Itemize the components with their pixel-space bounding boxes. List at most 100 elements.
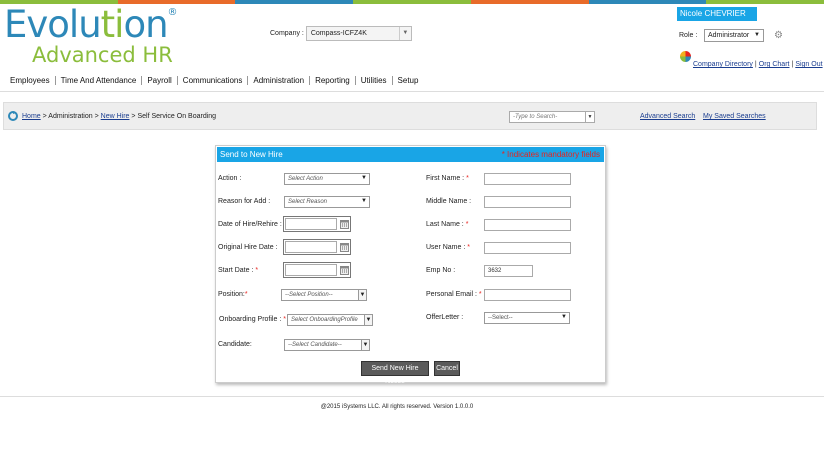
last-name-text: Last Name :	[426, 221, 464, 228]
evolution-logo[interactable]: Evolution® Advanced HR	[4, 3, 184, 67]
breadcrumb-sep: >	[42, 113, 47, 120]
role-label: Role :	[679, 32, 698, 39]
nav-utilities[interactable]: Utilities	[356, 76, 393, 85]
stripe-segment	[470, 0, 589, 4]
registered-mark: ®	[167, 7, 178, 18]
dropdown-arrow-icon: ▼	[754, 32, 760, 38]
first-name-input[interactable]	[484, 173, 571, 185]
user-name-label: User Name : *	[426, 244, 470, 251]
position-dropdown[interactable]: --Select Position-- ▼	[281, 289, 367, 301]
logo-subtitle: Advanced HR	[32, 43, 173, 67]
stripe-segment	[353, 0, 471, 4]
breadcrumb-new-hire[interactable]: New Hire	[101, 113, 130, 120]
nav-administration[interactable]: Administration	[248, 76, 311, 85]
required-mark: *	[255, 267, 259, 274]
refresh-icon[interactable]	[8, 111, 18, 121]
user-name-input[interactable]	[484, 242, 571, 254]
onboarding-profile-value: Select OnboardingProfile	[291, 317, 358, 323]
breadcrumb-bar: Home > Administration > New Hire > Self …	[3, 102, 817, 130]
logo-text: on	[123, 3, 168, 46]
search-input[interactable]: -Type to Search- ▼	[509, 111, 595, 123]
company-value: Compass-ICFZ4K	[310, 30, 367, 37]
personal-email-text: Personal Email :	[426, 291, 477, 298]
breadcrumb-sep: >	[94, 113, 99, 120]
company-directory-link[interactable]: Company Directory	[693, 61, 753, 68]
footer-divider	[0, 396, 824, 397]
personal-email-input[interactable]	[484, 289, 571, 301]
role-row: Role : Administrator ▼	[679, 29, 764, 42]
reason-dropdown[interactable]: Select Reason ▼	[284, 196, 370, 208]
calendar-icon[interactable]	[340, 242, 349, 252]
hire-date-input[interactable]	[285, 218, 337, 230]
middle-name-input[interactable]	[484, 196, 571, 208]
action-dropdown[interactable]: Select Action ▼	[284, 173, 370, 185]
original-hire-input[interactable]	[285, 241, 337, 253]
company-dropdown[interactable]: Compass-ICFZ4K ▼	[305, 26, 412, 41]
link-separator: |	[791, 61, 794, 68]
offer-letter-dropdown[interactable]: --Select-- ▼	[484, 312, 570, 324]
breadcrumb-administration: Administration	[48, 113, 93, 120]
offer-letter-label: OfferLetter :	[426, 314, 464, 321]
dropdown-arrow-icon: ▼	[361, 340, 369, 350]
sign-out-link[interactable]: Sign Out	[795, 61, 822, 68]
onboarding-profile-label: Onboarding Profile : *	[219, 316, 286, 323]
main-nav: Employees Time And Attendance Payroll Co…	[0, 70, 824, 92]
breadcrumb: Home > Administration > New Hire > Self …	[22, 113, 216, 120]
candidate-dropdown[interactable]: --Select Candidate-- ▼	[284, 339, 370, 351]
nav-communications[interactable]: Communications	[178, 76, 249, 85]
stripe-segment	[706, 0, 824, 4]
onboarding-profile-dropdown[interactable]: Select OnboardingProfile ▼	[287, 314, 373, 326]
first-name-label: First Name : *	[426, 175, 469, 182]
action-label: Action :	[218, 175, 242, 182]
dropdown-arrow-icon: ▼	[561, 314, 567, 320]
dropdown-arrow-icon[interactable]: ▼	[585, 112, 594, 122]
dropdown-arrow-icon: ▼	[358, 290, 366, 300]
breadcrumb-home[interactable]: Home	[22, 113, 41, 120]
logo-text: Evolu	[4, 3, 102, 46]
start-date-field[interactable]	[283, 262, 351, 278]
personal-email-label: Personal Email : *	[426, 291, 482, 298]
breadcrumb-sep: >	[131, 113, 136, 120]
nav-setup[interactable]: Setup	[393, 76, 424, 85]
original-hire-label: Original Hire Date :	[218, 244, 278, 251]
dropdown-arrow-icon[interactable]: ▼	[398, 27, 411, 40]
company-selector: Company : Compass-ICFZ4K ▼	[270, 26, 412, 41]
calendar-icon[interactable]	[340, 265, 349, 275]
advanced-search-link[interactable]: Advanced Search	[640, 113, 695, 120]
saved-searches-link[interactable]: My Saved Searches	[703, 113, 766, 120]
nav-reporting[interactable]: Reporting	[310, 76, 356, 85]
candidate-label: Candidate:	[218, 341, 252, 348]
breadcrumb-current: Self Service On Boarding	[137, 113, 217, 120]
dropdown-arrow-icon: ▼	[364, 315, 372, 325]
nav-employees[interactable]: Employees	[5, 76, 56, 85]
dropdown-arrow-icon: ▼	[361, 198, 367, 204]
hire-date-field[interactable]	[283, 216, 351, 232]
last-name-input[interactable]	[484, 219, 571, 231]
cancel-button[interactable]: Cancel	[434, 361, 460, 376]
emp-no-input[interactable]: 3632	[484, 265, 533, 277]
calendar-icon[interactable]	[340, 219, 349, 229]
candidate-value: --Select Candidate--	[288, 342, 342, 348]
required-mark: *	[283, 316, 286, 323]
panel-title: Send to New Hire	[220, 150, 283, 159]
logo-text: ti	[100, 3, 125, 46]
reason-label: Reason for Add :	[218, 198, 271, 205]
emp-no-label: Emp No :	[426, 267, 456, 274]
start-date-text: Start Date :	[218, 267, 254, 274]
nav-time-and-attendance[interactable]: Time And Attendance	[56, 76, 143, 85]
action-value: Select Action	[288, 176, 323, 182]
position-label: Position:*	[218, 291, 248, 298]
send-new-hire-notice-button[interactable]: Send New Hire Notice	[361, 361, 429, 385]
settings-gear-icon[interactable]: ⚙	[774, 31, 784, 41]
offer-letter-value: --Select--	[488, 315, 513, 321]
first-name-text: First Name :	[426, 175, 465, 182]
role-dropdown[interactable]: Administrator ▼	[704, 29, 764, 42]
required-mark: *	[244, 291, 248, 298]
pinwheel-icon	[680, 51, 691, 62]
required-mark: *	[478, 291, 482, 298]
nav-payroll[interactable]: Payroll	[142, 76, 178, 85]
org-chart-link[interactable]: Org Chart	[759, 61, 790, 68]
required-mark: *	[465, 221, 469, 228]
original-hire-field[interactable]	[283, 239, 351, 255]
start-date-input[interactable]	[285, 264, 337, 276]
